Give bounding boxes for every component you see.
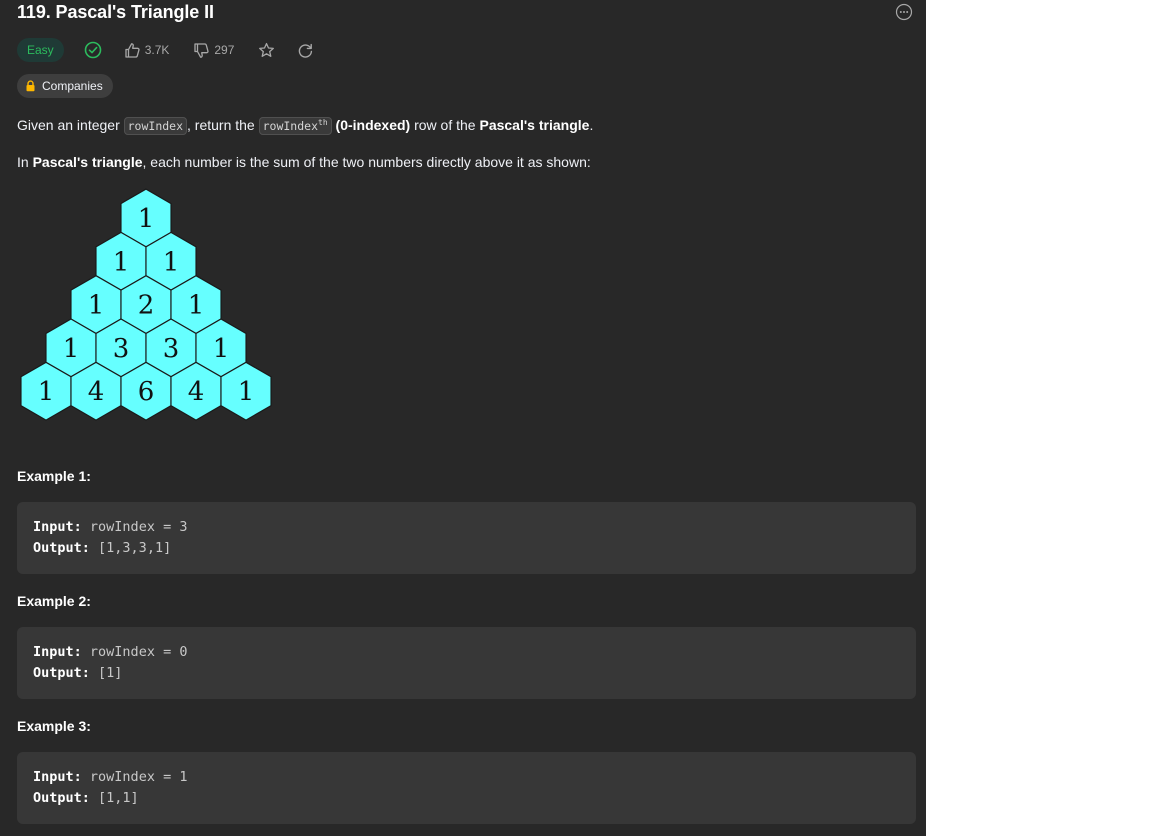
text: In bbox=[17, 154, 33, 170]
text: row of the bbox=[410, 117, 480, 133]
example-3-code-block: Input: rowIndex = 1 Output: [1,1] bbox=[17, 752, 916, 824]
triangle-cell-value: 1 bbox=[63, 334, 80, 364]
refresh-icon bbox=[299, 43, 313, 58]
triangle-cell-value: 1 bbox=[88, 291, 105, 321]
dislike-count: 297 bbox=[214, 43, 235, 57]
problem-description-panel: 119. Pascal's Triangle II Easy 3.7K 297 bbox=[0, 0, 926, 836]
example-3-input: Input: rowIndex = 1 bbox=[33, 769, 187, 785]
example-1-input: Input: rowIndex = 3 bbox=[33, 519, 187, 535]
output-value: [1,1] bbox=[98, 790, 139, 806]
output-label: Output: bbox=[33, 540, 90, 556]
example-2-output: Output: [1] bbox=[33, 665, 122, 681]
text: Given an integer bbox=[17, 117, 124, 133]
like-count: 3.7K bbox=[144, 43, 170, 57]
triangle-cell-value: 3 bbox=[113, 334, 130, 364]
bold-text: (0-indexed) bbox=[335, 117, 411, 133]
inline-code-rowindex-th: rowIndexth bbox=[258, 117, 332, 135]
input-value: rowIndex = 0 bbox=[89, 644, 188, 660]
refresh-button[interactable] bbox=[297, 42, 314, 59]
triangle-cell-value: 3 bbox=[163, 334, 180, 364]
code-text: rowIndex bbox=[262, 119, 318, 133]
difficulty-badge[interactable]: Easy bbox=[17, 38, 64, 62]
more-dots-icon[interactable] bbox=[895, 3, 913, 21]
companies-label: Companies bbox=[42, 79, 103, 93]
triangle-cell-value: 4 bbox=[188, 377, 205, 407]
text: , each number is the sum of the two numb… bbox=[142, 154, 591, 170]
example-2-input: Input: rowIndex = 0 bbox=[33, 644, 187, 660]
companies-button[interactable]: Companies bbox=[17, 74, 113, 98]
star-icon bbox=[259, 42, 275, 57]
description-paragraph-2: In Pascal's triangle, each number is the… bbox=[17, 154, 591, 170]
description-paragraph-1: Given an integer rowIndex, return the ro… bbox=[17, 117, 594, 135]
example-1-code-block: Input: rowIndex = 3 Output: [1,3,3,1] bbox=[17, 502, 916, 574]
triangle-cell-value: 6 bbox=[138, 377, 155, 407]
thumbs-up-icon bbox=[125, 42, 140, 58]
check-circle-icon bbox=[84, 41, 102, 59]
example-1-label: Example 1: bbox=[17, 468, 91, 484]
triangle-cell-value: 1 bbox=[38, 377, 55, 407]
favorite-button[interactable] bbox=[258, 42, 275, 59]
triangle-cell-value: 1 bbox=[163, 247, 180, 277]
lock-icon bbox=[26, 80, 35, 92]
triangle-cell-value: 1 bbox=[188, 291, 205, 321]
superscript: th bbox=[318, 118, 328, 128]
example-2-label: Example 2: bbox=[17, 593, 91, 609]
thumbs-down-icon bbox=[194, 42, 209, 58]
output-label: Output: bbox=[33, 790, 90, 806]
dislike-button[interactable]: 297 bbox=[193, 42, 234, 59]
input-label: Input: bbox=[33, 769, 82, 785]
example-2-code-block: Input: rowIndex = 0 Output: [1] bbox=[17, 627, 916, 699]
input-value: rowIndex = 3 bbox=[89, 519, 188, 535]
like-button[interactable]: 3.7K bbox=[124, 42, 170, 59]
input-value: rowIndex = 1 bbox=[89, 769, 188, 785]
problem-meta-bar: Easy 3.7K 297 bbox=[17, 38, 314, 62]
bold-text: Pascal's triangle bbox=[479, 117, 590, 133]
example-1-output: Output: [1,3,3,1] bbox=[33, 540, 171, 556]
triangle-cell-value: 1 bbox=[138, 204, 155, 234]
pascal-triangle-image: 11 11 2 11 3 3 11 4 6 4 1 bbox=[20, 188, 272, 421]
triangle-cell-value: 1 bbox=[238, 377, 255, 407]
problem-title: 119. Pascal's Triangle II bbox=[17, 2, 214, 22]
output-value: [1,3,3,1] bbox=[98, 540, 172, 556]
example-3-output: Output: [1,1] bbox=[33, 790, 139, 806]
input-label: Input: bbox=[33, 519, 82, 535]
bold-text: Pascal's triangle bbox=[32, 154, 143, 170]
output-value: [1] bbox=[98, 665, 123, 681]
triangle-cell-value: 2 bbox=[138, 291, 155, 321]
triangle-cell-value: 4 bbox=[88, 377, 105, 407]
triangle-cell-value: 1 bbox=[213, 334, 230, 364]
input-label: Input: bbox=[33, 644, 82, 660]
triangle-cell-value: 1 bbox=[113, 247, 130, 277]
output-label: Output: bbox=[33, 665, 90, 681]
text: . bbox=[589, 117, 594, 133]
text: , return the bbox=[187, 117, 259, 133]
inline-code-rowindex: rowIndex bbox=[123, 117, 188, 135]
example-3-label: Example 3: bbox=[17, 718, 91, 734]
